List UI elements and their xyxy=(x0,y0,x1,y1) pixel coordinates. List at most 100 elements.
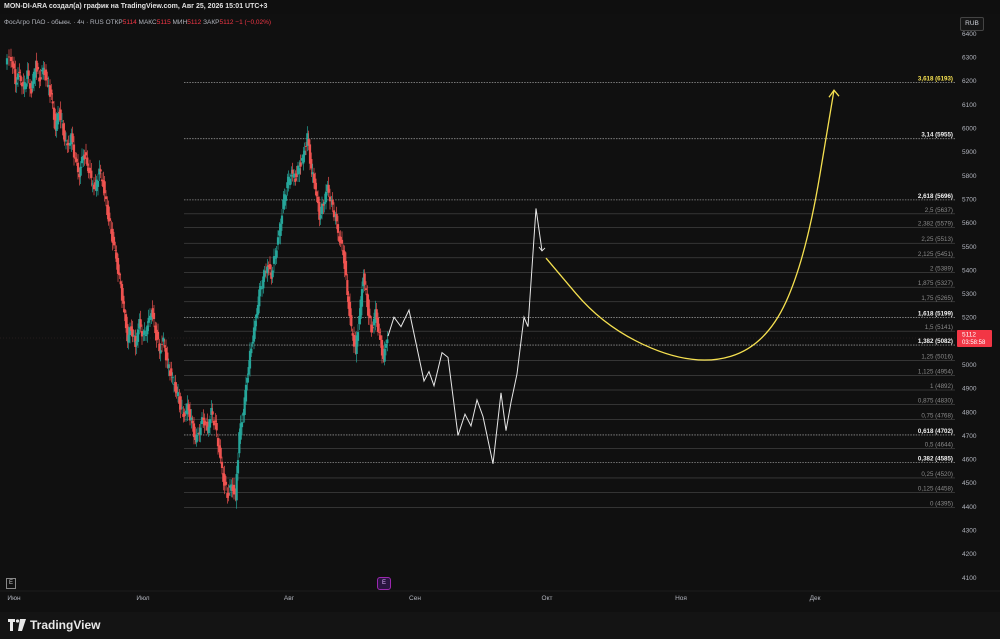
candle-body xyxy=(19,75,22,82)
candle-body xyxy=(139,319,142,327)
price-chart[interactable]: 4100 4200 4300 4400 4500 4600 4700 4800 4900 5000… xyxy=(0,14,1000,612)
y-tick-label: 5800 xyxy=(962,173,977,180)
fib-level-label: 1,5 (5141) xyxy=(925,324,953,331)
candle-body xyxy=(310,159,313,169)
candle-body xyxy=(30,88,33,94)
y-tick-label: 4600 xyxy=(962,457,977,464)
target-arrow-curve xyxy=(545,90,835,361)
chart-area[interactable]: 4100 4200 4300 4400 4500 4600 4700 4800 4900 5000… xyxy=(0,14,1000,612)
x-tick-label: Июн xyxy=(7,595,21,602)
candle-body xyxy=(108,218,112,221)
candle-body xyxy=(112,236,116,246)
candle-body xyxy=(191,420,194,424)
price-tag-countdown: 03:58:58 xyxy=(962,340,986,346)
candle-body xyxy=(142,334,145,336)
legend-low-label: МИН xyxy=(172,19,188,26)
header-bar: MON-DI-ARA создал(а) график на TradingVi… xyxy=(0,0,1000,14)
candle-body xyxy=(290,174,293,177)
candle-body xyxy=(96,181,100,187)
candle-body xyxy=(72,144,76,158)
event-icon[interactable]: E xyxy=(377,577,391,590)
candle-body xyxy=(288,178,292,186)
candle-body xyxy=(63,130,66,142)
y-tick-label: 5400 xyxy=(962,267,977,274)
candle-body xyxy=(9,56,13,62)
candle-body xyxy=(159,350,162,354)
fib-level-label: 2,25 (5513) xyxy=(921,236,953,243)
candle-body xyxy=(279,223,282,236)
fib-level-label: 2,382 (5579) xyxy=(918,221,953,228)
candle-body xyxy=(118,272,121,276)
fib-level-label: 0,5 (4644) xyxy=(925,442,953,449)
currency-button[interactable]: RUB xyxy=(960,17,984,31)
candle-body xyxy=(303,150,306,156)
candle-body xyxy=(350,315,353,327)
fib-level-label: 2,5 (5637) xyxy=(925,207,953,214)
candle-body xyxy=(152,312,156,320)
candle-body xyxy=(219,447,222,459)
candle-body xyxy=(207,426,210,433)
candle-body xyxy=(360,289,364,307)
candle-body xyxy=(302,154,305,164)
candle-body xyxy=(104,196,108,200)
candle-body xyxy=(71,133,74,143)
candle-body xyxy=(322,204,325,206)
candle-body xyxy=(203,420,206,426)
candle-body xyxy=(171,377,174,379)
fib-level-label: 0,618 (4702) xyxy=(918,428,953,435)
candle-body xyxy=(119,281,122,285)
footer-bar xyxy=(0,612,1000,639)
fib-level-label: 0,125 (4458) xyxy=(918,486,953,493)
candle-body xyxy=(28,83,32,89)
candle-body xyxy=(211,411,214,415)
candle-body xyxy=(127,334,130,343)
candle-body xyxy=(74,157,77,159)
candle-body xyxy=(86,157,89,166)
candle-body xyxy=(51,101,54,104)
y-tick-label: 5900 xyxy=(962,149,977,156)
candle-body xyxy=(271,270,274,278)
candle-body xyxy=(344,260,348,276)
candle-body xyxy=(136,329,140,342)
candle-body xyxy=(383,348,386,362)
e-icon[interactable]: E xyxy=(6,578,16,589)
brand-name: TradingView xyxy=(30,618,101,632)
candle-body xyxy=(280,215,284,224)
y-tick-label: 4500 xyxy=(962,480,977,487)
candle-body xyxy=(368,315,372,319)
candle-body xyxy=(114,250,117,251)
y-tick-label: 5500 xyxy=(962,244,977,251)
candle-body xyxy=(378,332,381,333)
candle-body xyxy=(170,368,173,376)
candle-body xyxy=(56,113,60,125)
legend-open-label: ОТКР xyxy=(105,19,123,26)
candle-body xyxy=(27,70,30,76)
candle-body xyxy=(91,183,94,185)
candle-body xyxy=(59,109,62,121)
x-tick-label: Авг xyxy=(284,595,295,602)
candle-body xyxy=(199,427,202,435)
candle-body xyxy=(256,304,260,315)
candle-body xyxy=(84,152,88,156)
x-tick-label: Ноя xyxy=(675,595,687,602)
x-tick-label: Сен xyxy=(409,595,421,602)
candle-body xyxy=(346,280,349,296)
candle-body xyxy=(292,173,296,178)
candle-body xyxy=(275,250,278,258)
candle-body xyxy=(227,492,230,496)
candle-body xyxy=(291,169,294,174)
candle-body xyxy=(180,407,184,409)
candle-body xyxy=(122,295,125,304)
y-tick-label: 6000 xyxy=(962,126,977,133)
candle-body xyxy=(167,364,170,368)
tradingview-logo[interactable]: TradingView xyxy=(8,616,100,634)
candle-body xyxy=(224,481,228,485)
legend-high-label: МАКС xyxy=(138,19,157,26)
candle-body xyxy=(156,331,160,340)
chart-legend: ФосАгро ПАО - обыкн. · 4ч · RUS ОТКР5114… xyxy=(4,19,271,26)
legend-change: −1 (−0,02%) xyxy=(235,19,272,26)
candle-body xyxy=(202,417,205,421)
candle-body xyxy=(99,169,102,172)
candle-body xyxy=(254,320,257,331)
fib-level-label: 3,14 (5955) xyxy=(921,132,953,139)
